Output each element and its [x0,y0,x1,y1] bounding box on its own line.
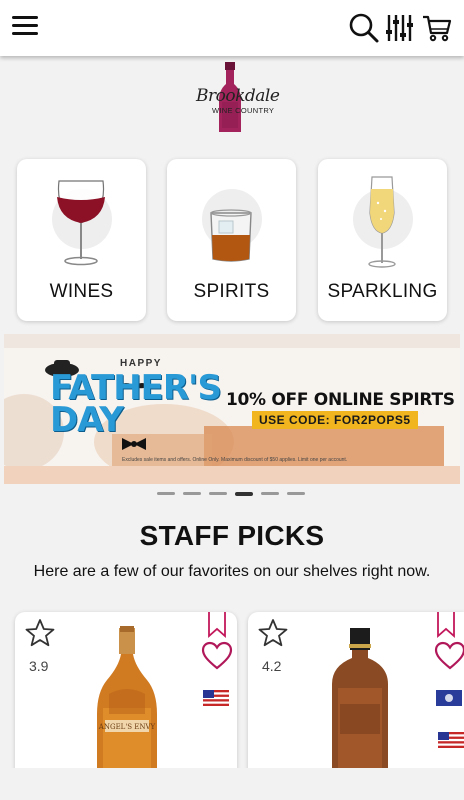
product-rating: 4.2 [262,658,282,674]
category-label-sparkling: SPARKLING [327,281,438,302]
banner-fine-print: Excludes sale items and offers. Online O… [122,457,348,463]
heart-outline-icon[interactable] [434,640,464,672]
star-outline-icon[interactable] [25,618,55,648]
category-card-wines[interactable]: WINES [17,159,146,321]
promo-banner[interactable]: HAPPY FATHER'S DAY 10% OFF ONLINE SPIRTS… [4,334,460,484]
filter-sliders-icon[interactable] [383,12,415,44]
product-rating: 3.9 [29,658,49,674]
whiskey-glass-icon [210,209,252,262]
bookmark-icon[interactable] [436,612,456,638]
banner-offer-text: 10% OFF ONLINE SPIRTS [226,390,455,410]
bottom-nav-area [0,768,464,800]
shopping-cart-icon[interactable] [421,12,453,44]
red-wine-glass-icon [57,180,105,266]
banner-title-line2: DAY [50,400,124,440]
heart-outline-icon[interactable] [201,640,233,672]
staff-picks-title: STAFF PICKS [139,520,325,551]
category-card-sparkling[interactable]: SPARKLING [318,159,447,321]
carousel-dot[interactable] [209,492,227,495]
product-card[interactable]: 4.2 [248,612,464,782]
category-card-spirits[interactable]: SPIRITS [167,159,296,321]
carousel-dot[interactable] [287,492,305,495]
carousel-dot[interactable] [261,492,279,495]
product-bottle-image [332,628,388,782]
search-icon[interactable] [348,12,380,44]
product-bottle-image: ANGEL'S ENVY [97,626,157,782]
star-outline-icon[interactable] [258,618,288,648]
carousel-indicators [157,491,307,496]
logo-script-text: Brookdale [196,86,280,106]
carousel-dot[interactable] [157,492,175,495]
category-label-wines: WINES [49,281,114,302]
us-flag-icon [203,690,229,706]
carousel-dot[interactable] [183,492,201,495]
banner-promo-code: USE CODE: FOR2POPS5 [252,411,418,429]
bookmark-icon[interactable] [207,612,227,638]
kentucky-flag-icon [436,690,462,706]
champagne-flute-icon [368,176,396,268]
hamburger-menu-icon[interactable] [12,16,38,38]
bottle-label-text: ANGEL'S ENVY [98,723,156,731]
carousel-dot-active[interactable] [235,491,253,496]
category-label-spirits: SPIRITS [193,281,270,302]
logo-subtitle: WINE COUNTRY [212,106,275,115]
staff-picks-subtitle: Here are a few of our favorites on our s… [33,563,431,580]
product-card[interactable]: 3.9 ANGEL'S ENVY [15,612,237,782]
top-app-bar [0,0,464,56]
us-flag-icon [438,732,464,748]
